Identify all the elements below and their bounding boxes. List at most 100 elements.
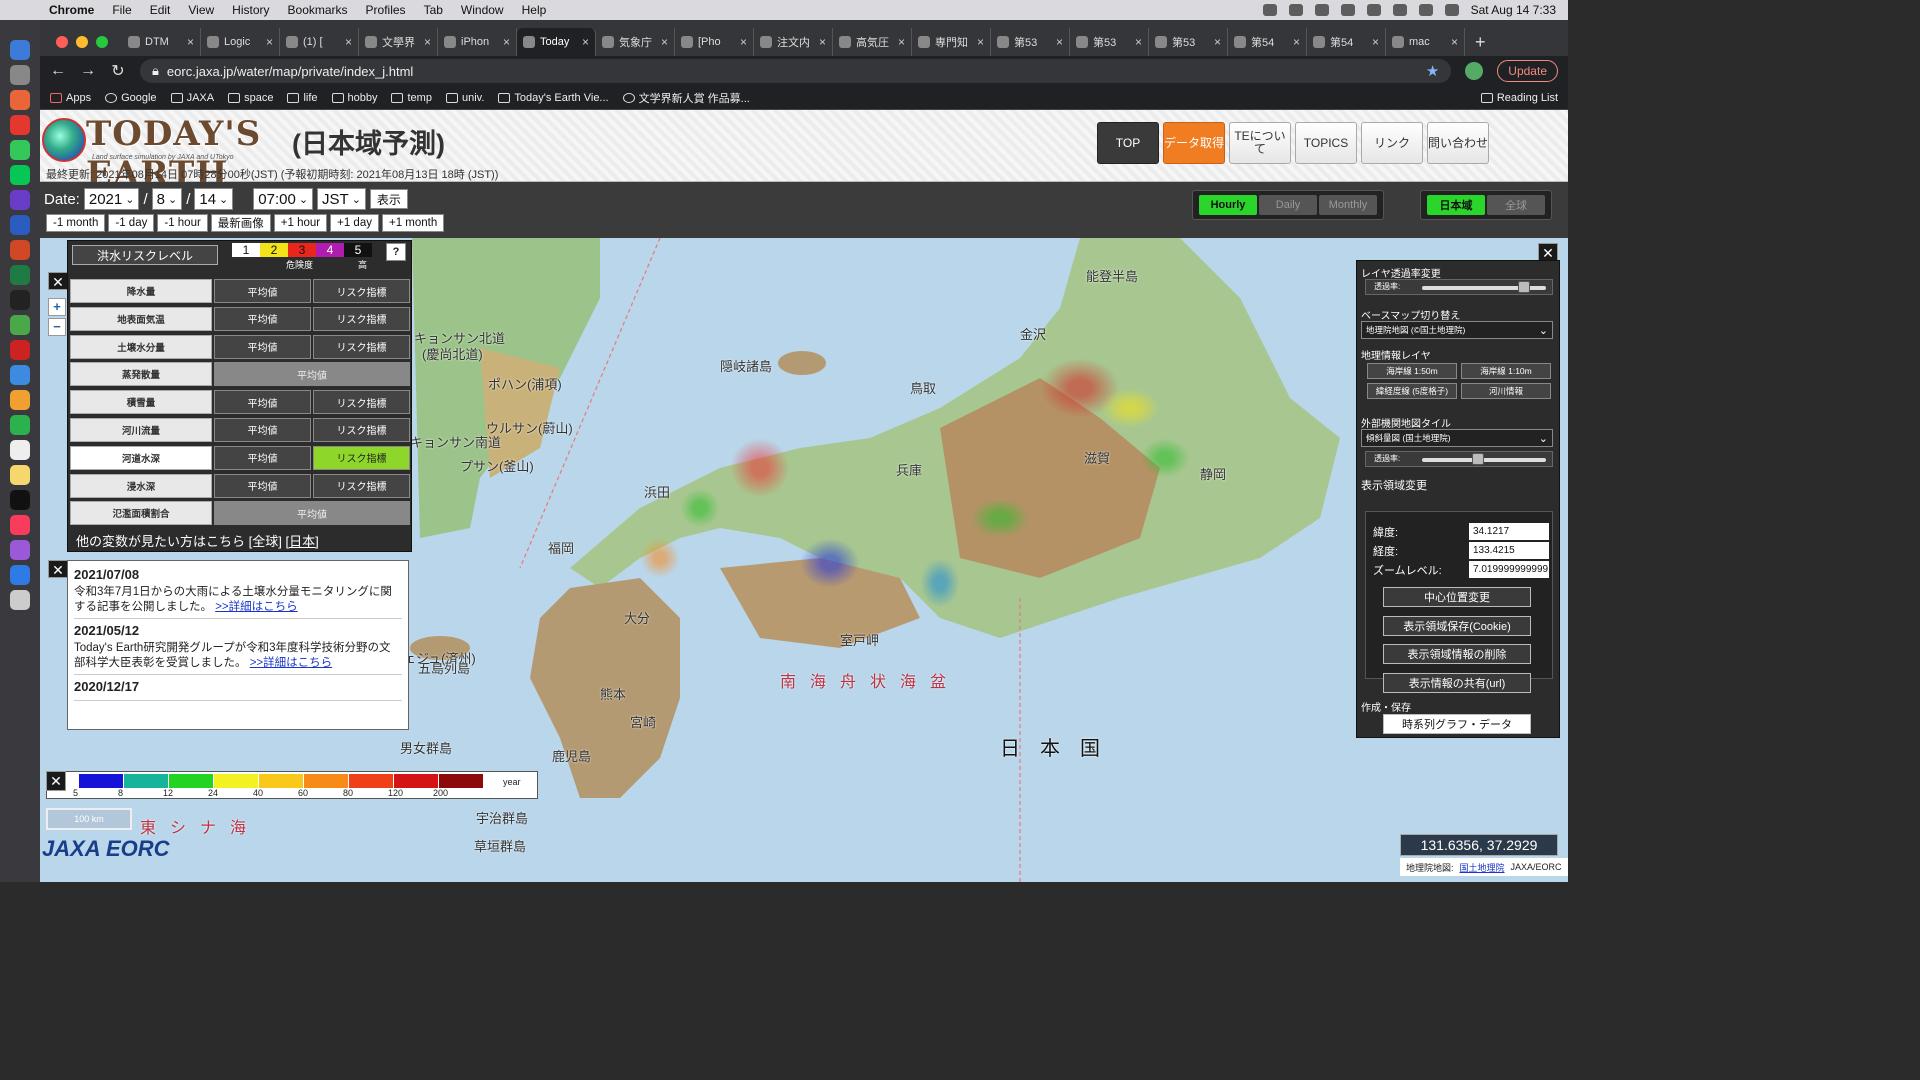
- status-icon[interactable]: [1288, 4, 1303, 16]
- mean-value-button[interactable]: 平均値: [214, 473, 311, 498]
- dropbox-icon[interactable]: [1262, 4, 1277, 16]
- bookmark-folder-space[interactable]: space: [228, 92, 273, 104]
- tab-close-icon[interactable]: ×: [661, 35, 668, 49]
- music-icon[interactable]: [10, 515, 30, 535]
- delete-view-info-button[interactable]: 表示領域情報の削除: [1383, 644, 1531, 664]
- zoom-level-input[interactable]: 7.019999999999: [1469, 561, 1549, 578]
- menu-profiles[interactable]: Profiles: [357, 3, 415, 17]
- hourly-toggle[interactable]: Hourly: [1199, 195, 1257, 215]
- tab-close-icon[interactable]: ×: [582, 35, 589, 49]
- zoom-in-button[interactable]: +: [48, 298, 66, 316]
- mean-value-button[interactable]: 平均値: [214, 445, 311, 470]
- monthly-toggle[interactable]: Monthly: [1319, 195, 1377, 215]
- news-detail-link[interactable]: >>詳細はこちら: [250, 657, 332, 669]
- tab-close-icon[interactable]: ×: [898, 35, 905, 49]
- apple-tv-icon[interactable]: [10, 490, 30, 510]
- trash-icon[interactable]: [10, 590, 30, 610]
- nav-about-button[interactable]: TEについて: [1229, 122, 1291, 164]
- close-var-panel-icon[interactable]: ✕: [48, 272, 68, 290]
- tab-close-icon[interactable]: ×: [266, 35, 273, 49]
- variable-name[interactable]: 河川流量: [70, 417, 212, 442]
- nav-topics-button[interactable]: TOPICS: [1295, 122, 1357, 164]
- risk-index-button[interactable]: リスク指標: [313, 334, 410, 359]
- launchpad-icon[interactable]: [10, 90, 30, 110]
- menu-edit[interactable]: Edit: [141, 3, 180, 17]
- share-view-url-button[interactable]: 表示情報の共有(url): [1383, 673, 1531, 693]
- minus-1-day-button[interactable]: -1 day: [108, 214, 155, 232]
- bookmark-apps[interactable]: Apps: [50, 92, 91, 104]
- variable-name[interactable]: 降水量: [70, 279, 212, 303]
- global-region-toggle[interactable]: 全球: [1487, 195, 1545, 215]
- variable-name[interactable]: 氾濫面積割合: [70, 501, 212, 526]
- wifi-icon[interactable]: [1392, 4, 1407, 16]
- new-tab-icon[interactable]: +: [1465, 32, 1496, 53]
- bookmark-todays-earth[interactable]: Today's Earth Vie...: [498, 92, 609, 104]
- bookmark-bungakukai[interactable]: 文学界新人賞 作品募...: [622, 90, 750, 106]
- word-icon[interactable]: [10, 215, 30, 235]
- volume-icon[interactable]: [1340, 4, 1355, 16]
- browser-tab[interactable]: (1) [×: [280, 28, 359, 56]
- gsi-link[interactable]: 国土地理院: [1460, 861, 1505, 874]
- risk-index-button[interactable]: リスク指標: [313, 417, 410, 442]
- nav-links-button[interactable]: リンク: [1361, 122, 1423, 164]
- spotlight-search-icon[interactable]: [1418, 4, 1433, 16]
- menubar-clock[interactable]: Sat Aug 14 7:33: [1471, 3, 1556, 17]
- site-logo[interactable]: TODAY'S EARTH Land surface simulation by…: [42, 114, 288, 194]
- tab-close-icon[interactable]: ×: [740, 35, 747, 49]
- show-button[interactable]: 表示: [369, 189, 408, 209]
- minimize-window-icon[interactable]: [76, 36, 88, 48]
- basemap-select[interactable]: 地理院地図 (©国土地理院): [1361, 321, 1553, 339]
- menu-bookmarks[interactable]: Bookmarks: [279, 3, 357, 17]
- mean-value-button[interactable]: 平均値: [214, 390, 311, 415]
- risk-index-button[interactable]: リスク指標: [313, 306, 410, 331]
- latlon-grid-button[interactable]: 緯経度線 (5度格子): [1367, 383, 1457, 399]
- bookmark-folder-jaxa[interactable]: JAXA: [170, 92, 214, 104]
- mean-value-button[interactable]: 平均値: [214, 417, 311, 442]
- messages-icon[interactable]: [10, 140, 30, 160]
- nav-data-download-button[interactable]: データ取得: [1163, 122, 1225, 164]
- plus-1-hour-button[interactable]: +1 hour: [273, 214, 328, 232]
- browser-tab[interactable]: Logic ×: [201, 28, 280, 56]
- coastline-50m-button[interactable]: 海岸線 1:50m: [1367, 363, 1457, 379]
- river-info-button[interactable]: 河川情報: [1461, 383, 1551, 399]
- browser-tab[interactable]: 第53 ×: [1149, 28, 1228, 56]
- minus-1-month-button[interactable]: -1 month: [46, 214, 106, 232]
- menu-tab[interactable]: Tab: [415, 3, 452, 17]
- daily-toggle[interactable]: Daily: [1259, 195, 1317, 215]
- tab-close-icon[interactable]: ×: [1372, 35, 1379, 49]
- variable-name[interactable]: 地表面気温: [70, 306, 212, 331]
- forward-icon[interactable]: →: [80, 62, 96, 80]
- menu-history[interactable]: History: [223, 3, 278, 17]
- japan-region-toggle[interactable]: 日本域: [1427, 195, 1485, 215]
- excel-icon[interactable]: [10, 265, 30, 285]
- zoom-out-button[interactable]: −: [48, 318, 66, 336]
- slider-handle[interactable]: [1517, 281, 1530, 293]
- tab-close-icon[interactable]: ×: [1135, 35, 1142, 49]
- filezilla-icon[interactable]: [10, 340, 30, 360]
- nav-contact-button[interactable]: 問い合わせ: [1427, 122, 1489, 164]
- mean-value-button[interactable]: 平均値: [214, 334, 311, 359]
- bookmark-folder-life[interactable]: life: [287, 92, 318, 104]
- browser-tab[interactable]: [Pho ×: [675, 28, 754, 56]
- line-icon[interactable]: [10, 165, 30, 185]
- browser-tab[interactable]: iPhon ×: [438, 28, 517, 56]
- global-link[interactable]: [全球]: [249, 534, 282, 549]
- risk-index-button[interactable]: リスク指標: [313, 445, 410, 470]
- japan-link[interactable]: [日本]: [286, 534, 319, 549]
- latitude-input[interactable]: 34.1217: [1469, 523, 1549, 540]
- variable-name[interactable]: 浸水深: [70, 473, 212, 498]
- close-colorbar-icon[interactable]: ✕: [46, 771, 66, 791]
- media-icon[interactable]: [1314, 4, 1329, 16]
- minus-1-hour-button[interactable]: -1 hour: [157, 214, 208, 232]
- notes-icon[interactable]: [10, 465, 30, 485]
- tab-close-icon[interactable]: ×: [1056, 35, 1063, 49]
- menu-file[interactable]: File: [103, 3, 140, 17]
- browser-tab[interactable]: 文學界 ×: [359, 28, 438, 56]
- help-button[interactable]: ?: [386, 243, 406, 261]
- risk-index-button[interactable]: リスク指標: [313, 390, 410, 415]
- zoom-window-icon[interactable]: [96, 36, 108, 48]
- tab-close-icon[interactable]: ×: [977, 35, 984, 49]
- browser-tab[interactable]: 高気圧 ×: [833, 28, 912, 56]
- bluetooth-icon[interactable]: [1366, 4, 1381, 16]
- variable-name[interactable]: 河道水深: [70, 445, 212, 470]
